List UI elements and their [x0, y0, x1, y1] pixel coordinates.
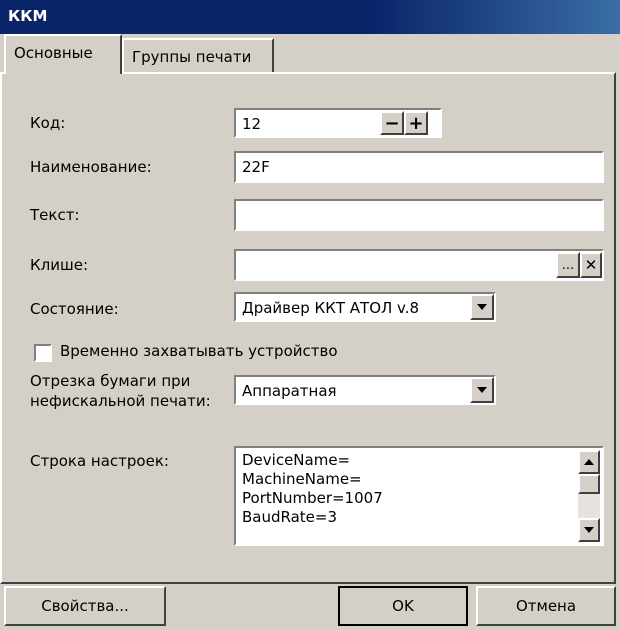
state-label: Состояние: [30, 300, 119, 318]
decrement-button[interactable]: − [380, 111, 404, 135]
close-icon: ✕ [584, 256, 598, 274]
settings-label: Строка настроек: [30, 452, 169, 470]
settings-textarea[interactable]: DeviceName= MachineName= PortNumber=1007… [234, 446, 604, 546]
minus-icon: − [384, 112, 400, 134]
code-label: Код: [30, 114, 66, 132]
ellipsis-icon: ... [561, 257, 575, 273]
capture-label: Временно захватывать устройство [60, 342, 338, 360]
state-value: Драйвер ККТ АТОЛ v.8 [242, 299, 420, 317]
code-value: 12 [242, 115, 262, 133]
plus-icon: + [408, 112, 424, 134]
cliche-label: Клише: [30, 256, 88, 274]
text-field[interactable] [234, 199, 604, 231]
state-dropdown-arrow-icon[interactable] [470, 294, 494, 320]
browse-button[interactable]: ... [556, 252, 580, 278]
name-value: 22F [242, 158, 270, 176]
clear-button[interactable]: ✕ [580, 252, 602, 278]
scroll-down-arrow-icon[interactable] [578, 518, 600, 542]
scroll-thumb[interactable] [578, 474, 600, 494]
paper-cut-dropdown-arrow-icon[interactable] [470, 377, 494, 403]
capture-checkbox[interactable] [34, 344, 52, 362]
settings-line: BaudRate=3 [242, 508, 338, 526]
paper-cut-value: Аппаратная [242, 382, 337, 400]
paper-cut-select[interactable]: Аппаратная [234, 375, 496, 405]
paper-cut-label-line1: Отрезка бумаги при [30, 372, 191, 390]
scroll-up-arrow-icon[interactable] [578, 450, 600, 474]
cancel-button[interactable]: Отмена [476, 586, 616, 626]
increment-button[interactable]: + [404, 111, 428, 135]
settings-line: PortNumber=1007 [242, 489, 383, 507]
settings-line: MachineName= [242, 470, 362, 488]
text-label: Текст: [30, 206, 80, 224]
name-label: Наименование: [30, 158, 152, 176]
settings-line: DeviceName= [242, 451, 351, 469]
settings-lines: DeviceName= MachineName= PortNumber=1007… [242, 451, 383, 527]
ok-button[interactable]: OK [338, 586, 468, 626]
paper-cut-label-line2: нефискальной печати: [30, 392, 211, 410]
state-select[interactable]: Драйвер ККТ АТОЛ v.8 [234, 292, 496, 322]
properties-button[interactable]: Свойства... [4, 586, 166, 626]
cancel-label: Отмена [515, 597, 577, 615]
cliche-field[interactable] [234, 249, 604, 281]
ok-label: OK [392, 597, 414, 615]
properties-label: Свойства... [41, 597, 129, 615]
name-field[interactable]: 22F [234, 151, 604, 183]
